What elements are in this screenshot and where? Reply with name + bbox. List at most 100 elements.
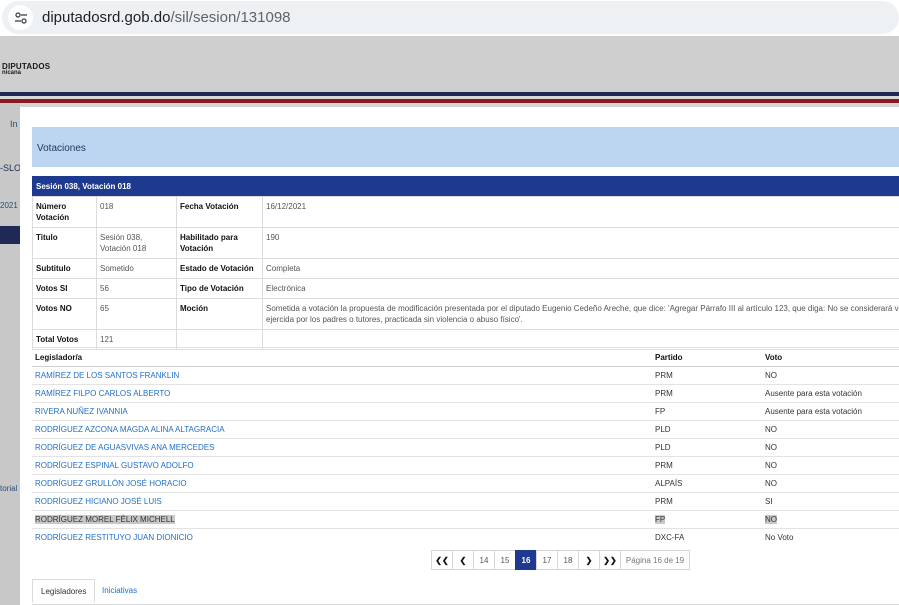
background-nav-text: In [10, 119, 18, 129]
subtitulo-label: Subtitulo [32, 258, 97, 279]
party-cell: DXC-FA [655, 533, 685, 543]
legislator-link[interactable]: RIVERA NUÑEZ IVANNIA [32, 402, 652, 421]
legislator-name-highlighted[interactable]: RODRÍGUEZ MOREL FÉLIX MICHELL [35, 515, 175, 524]
vote-highlighted: NO [765, 515, 777, 524]
header-stripe-red [0, 99, 899, 103]
previous-page-icon[interactable]: ❮ [452, 550, 474, 570]
subtitulo-value: Sometido [96, 258, 177, 279]
tipo-label: Tipo de Votación [176, 278, 263, 299]
legislators-votes-table: Legislador/a Partido Voto RAMÍREZ DE LOS… [32, 347, 899, 547]
party-cell: PRM [652, 492, 762, 511]
vote-cell: NO [762, 456, 899, 475]
estado-value: Completa [262, 258, 899, 279]
session-header: Sesión 038, Votación 018 [32, 176, 899, 196]
vote-cell: No Voto [765, 533, 794, 543]
column-header-voto: Voto [762, 347, 899, 367]
titulo-value: Sesión 038, Votación 018 [96, 227, 177, 259]
legislator-link[interactable]: RODRÍGUEZ AZCONA MAGDA ALINA ALTAGRACIA [32, 420, 652, 439]
page-info: Página 16 de 19 [620, 550, 690, 570]
party-cell: PRM [652, 366, 762, 385]
legislator-link[interactable]: RAMÍREZ FILPO CARLOS ALBERTO [32, 384, 652, 403]
browser-toolbar: diputadosrd.gob.do/sil/sesion/131098 [0, 0, 899, 36]
page-button[interactable]: 18 [557, 550, 579, 570]
tab-iniciativas[interactable]: Iniciativas [94, 579, 145, 602]
party-cell: PRM [652, 456, 762, 475]
page-button[interactable]: 14 [473, 550, 495, 570]
table-row: RODRÍGUEZ HICIANO JOSÉ LUIS PRM SI [32, 492, 899, 511]
table-row: RAMÍREZ DE LOS SANTOS FRANKLIN PRM NO [32, 366, 899, 385]
site-logo-subtitle: nicana [2, 70, 22, 76]
modal-header: Votaciones [32, 127, 899, 167]
vote-cell: Ausente para esta votación [762, 384, 899, 403]
url-text[interactable]: diputadosrd.gob.do/sil/sesion/131098 [42, 9, 291, 26]
votos-si-label: Votos SI [32, 278, 97, 299]
legislator-link[interactable]: RODRÍGUEZ MOREL FÉLIX MICHELL [32, 510, 652, 529]
tipo-value: Electrónica [262, 278, 899, 299]
table-row-selected: RODRÍGUEZ MOREL FÉLIX MICHELL FP NO [32, 510, 899, 529]
table-row: RODRÍGUEZ ESPINAL GUSTAVO ADOLFO PRM NO [32, 456, 899, 475]
numero-label: Número Votación [32, 196, 97, 228]
vote-cell: NO [762, 366, 899, 385]
party-cell: PLD [652, 438, 762, 457]
page-button-current[interactable]: 16 [515, 550, 537, 570]
votos-si-value: 56 [96, 278, 177, 299]
vote-cell: NO [762, 510, 899, 529]
vote-cell: SI [762, 492, 899, 511]
vote-cell: Ausente para esta votación [762, 402, 899, 421]
legislator-link[interactable]: RODRÍGUEZ GRULLÓN JOSÉ HORACIO [32, 474, 652, 493]
vote-cell: NO [762, 474, 899, 493]
legislator-link[interactable]: RODRÍGUEZ RESTITUYO JUAN DIONICIO [32, 529, 652, 547]
party-cell: FP [652, 510, 762, 529]
session-title: Sesión 038, Votación 018 [36, 182, 132, 191]
votaciones-modal: Votaciones Sesión 038, Votación 018 Núme… [20, 107, 899, 605]
page-button[interactable]: 17 [536, 550, 558, 570]
pagination: ❮❮ ❮ 14 15 16 17 18 ❯ ❯❯ Página 16 de 19 [431, 550, 690, 570]
legislator-link[interactable]: RODRÍGUEZ DE AGUASVIVAS ANA MERCEDES [32, 438, 652, 457]
estado-label: Estado de Votación [176, 258, 263, 279]
table-row: RODRÍGUEZ AZCONA MAGDA ALINA ALTAGRACIA … [32, 420, 899, 439]
table-row: RODRÍGUEZ GRULLÓN JOSÉ HORACIO ALPAÍS NO [32, 474, 899, 493]
party-cell: PRM [652, 384, 762, 403]
fecha-value: 16/12/2021 [262, 196, 899, 228]
habilitado-label: Habilitado para Votación [176, 227, 263, 259]
party-cell: ALPAÍS [652, 474, 762, 493]
votos-no-label: Votos NO [32, 298, 97, 330]
legislator-link[interactable]: RODRÍGUEZ HICIANO JOSÉ LUIS [32, 492, 652, 511]
fecha-label: Fecha Votación [176, 196, 263, 228]
numero-value: 018 [96, 196, 177, 228]
column-header-partido: Partido [652, 347, 762, 367]
titulo-label: Titulo [32, 227, 97, 259]
party-cell: FP [652, 402, 762, 421]
background-nav-text: -SLO [0, 163, 22, 173]
table-row: RAMÍREZ FILPO CARLOS ALBERTO PRM Ausente… [32, 384, 899, 403]
vote-cell: NO [762, 438, 899, 457]
vote-cell: NO [762, 420, 899, 439]
last-page-icon[interactable]: ❯❯ [599, 550, 621, 570]
table-row: RODRÍGUEZ DE AGUASVIVAS ANA MERCEDES PLD… [32, 438, 899, 457]
background-nav-band [0, 226, 20, 244]
background-sidebar: In -SLO 2021 - torial [0, 103, 23, 605]
modal-tabs: Legisladores Iniciativas [32, 579, 899, 605]
mocion-value: Sometida a votación la propuesta de modi… [262, 298, 899, 330]
url-host: diputadosrd.gob.do [42, 9, 171, 26]
legislator-link[interactable]: RAMÍREZ DE LOS SANTOS FRANKLIN [32, 366, 652, 385]
table-row: RIVERA NUÑEZ IVANNIA FP Ausente para est… [32, 402, 899, 421]
votos-no-value: 65 [96, 298, 177, 330]
party-highlighted: FP [655, 515, 666, 524]
address-bar[interactable]: diputadosrd.gob.do/sil/sesion/131098 [2, 1, 899, 34]
first-page-icon[interactable]: ❮❮ [431, 550, 453, 570]
page-button[interactable]: 15 [494, 550, 516, 570]
url-path: /sil/sesion/131098 [170, 9, 291, 26]
table-row: RODRÍGUEZ RESTITUYO JUAN DIONICIO DXC-FA… [32, 529, 899, 547]
column-header-legislador: Legislador/a [32, 347, 652, 367]
legislator-link[interactable]: RODRÍGUEZ ESPINAL GUSTAVO ADOLFO [32, 456, 652, 475]
next-page-icon[interactable]: ❯ [578, 550, 600, 570]
tab-legisladores[interactable]: Legisladores [32, 579, 96, 603]
modal-title: Votaciones [37, 143, 86, 154]
party-cell: PLD [652, 420, 762, 439]
vote-details-table: Número Votación 018 Fecha Votación 16/12… [32, 196, 899, 350]
site-header: DIPUTADOS nicana [0, 36, 899, 92]
site-settings-icon[interactable] [8, 5, 33, 30]
mocion-label: Moción [176, 298, 263, 330]
habilitado-value: 190 [262, 227, 899, 259]
